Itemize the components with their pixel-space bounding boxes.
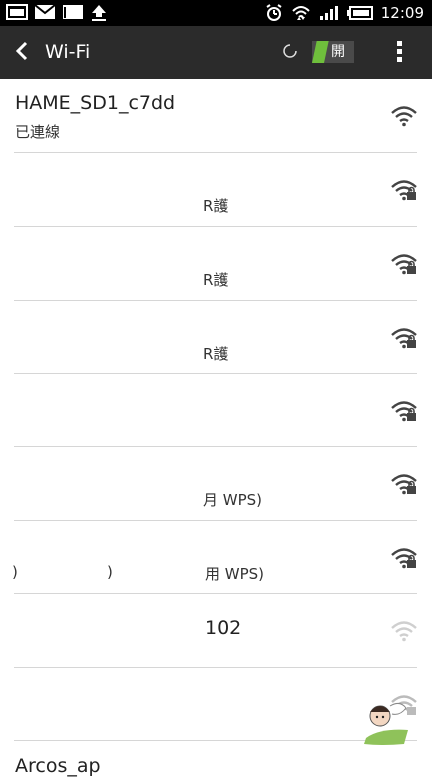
gmail-icon <box>63 5 83 19</box>
network-row[interactable]: 月 WPS) <box>0 447 432 520</box>
network-row[interactable]: ) ) 用 WPS) <box>0 521 432 594</box>
network-status: R護 <box>203 345 229 363</box>
wifi-signal-icon <box>391 106 417 127</box>
network-status: 已連線 <box>15 123 61 141</box>
gallery-icon <box>6 4 28 20</box>
network-status: R護 <box>203 197 229 215</box>
network-row[interactable]: R護 <box>0 227 432 300</box>
network-status: R護 <box>203 271 229 289</box>
wifi-toggle[interactable]: 開 <box>312 41 354 63</box>
alarm-icon <box>266 4 282 21</box>
battery-icon <box>346 6 373 20</box>
overflow-menu-icon[interactable] <box>397 41 403 63</box>
back-icon[interactable] <box>14 41 30 61</box>
wifi-lock-icon <box>391 328 417 349</box>
network-ssid: Arcos_ap <box>15 755 101 777</box>
network-row[interactable]: 102 <box>0 594 432 667</box>
status-bar: 12:09 <box>0 0 432 26</box>
watermark-sticker-icon <box>364 702 408 745</box>
network-row[interactable]: Arcos_ap <box>0 741 432 781</box>
network-ssid: HAME_SD1_c7dd <box>15 92 176 114</box>
toggle-on-indicator <box>312 41 329 63</box>
network-row[interactable]: HAME_SD1_c7dd 已連線 <box>0 79 432 152</box>
upload-icon <box>92 5 106 21</box>
toggle-label: 開 <box>331 44 345 60</box>
network-fragment: ) <box>12 563 18 581</box>
wifi-lock-icon <box>391 548 417 569</box>
action-bar: Wi-Fi 開 <box>0 26 432 79</box>
network-row[interactable] <box>0 374 432 447</box>
wifi-weak-icon <box>391 621 417 642</box>
mail-icon <box>34 4 56 19</box>
network-fragment: ) <box>107 563 113 581</box>
network-status: 月 WPS) <box>203 491 263 509</box>
network-status: 用 WPS) <box>205 565 265 583</box>
wifi-lock-icon <box>391 401 417 422</box>
network-status: 102 <box>205 617 242 639</box>
wifi-lock-icon <box>391 180 417 201</box>
wifi-status-icon <box>292 6 310 20</box>
loading-spinner-icon <box>283 44 297 58</box>
network-row[interactable]: R護 <box>0 301 432 374</box>
wifi-lock-icon <box>391 254 417 275</box>
signal-icon <box>319 6 338 20</box>
status-time: 12:09 <box>380 4 424 22</box>
network-row[interactable]: R護 <box>0 153 432 226</box>
wifi-lock-icon <box>391 474 417 495</box>
page-title: Wi-Fi <box>45 41 91 63</box>
